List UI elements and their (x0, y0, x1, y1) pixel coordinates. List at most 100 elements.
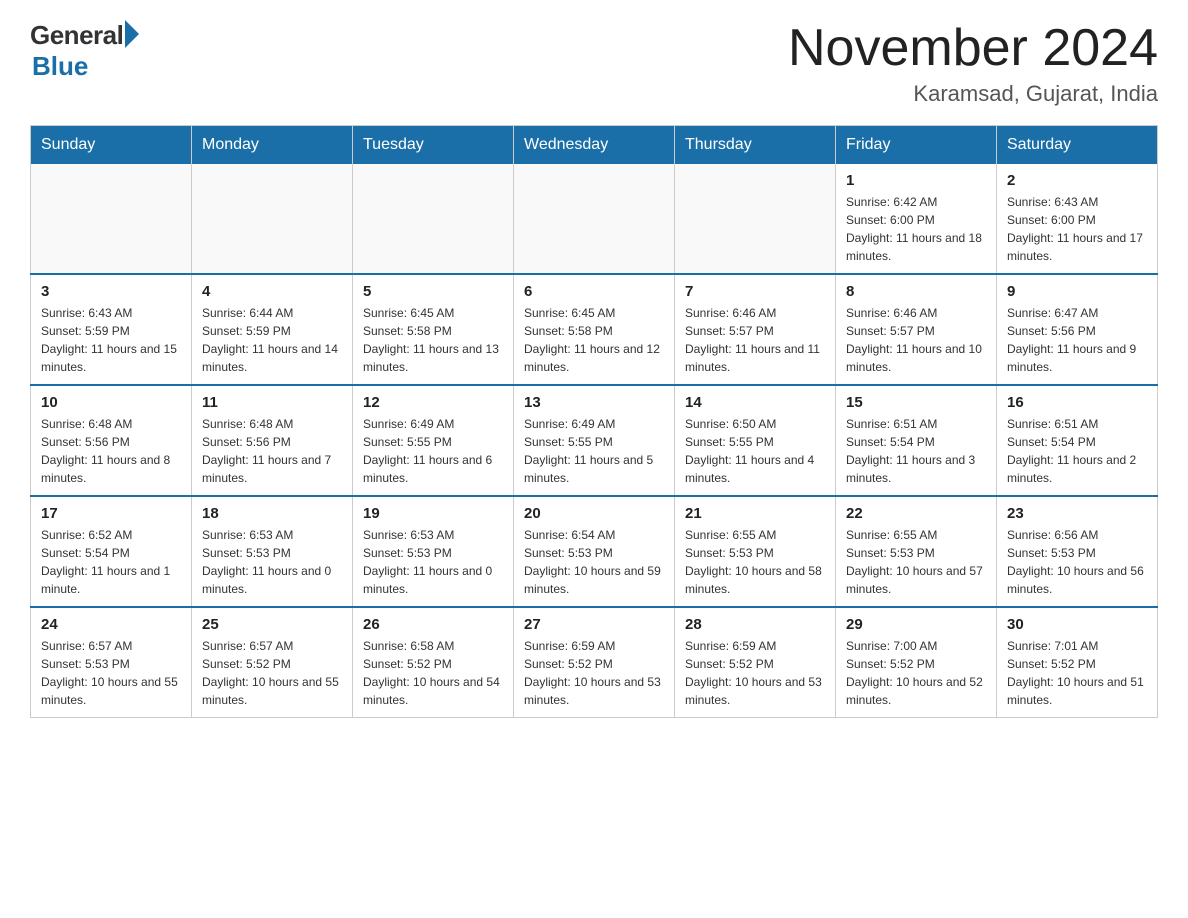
calendar-day-cell: 5 Sunrise: 6:45 AMSunset: 5:58 PMDaylight… (353, 274, 514, 385)
logo-general-text: General (30, 20, 123, 51)
calendar-week-row: 1Sunrise: 6:42 AMSunset: 6:00 PMDaylight… (31, 164, 1158, 274)
calendar-header-thursday: Thursday (675, 126, 836, 165)
day-info: Sunrise: 6:57 AMSunset: 5:52 PMDaylight:… (202, 637, 342, 709)
calendar-week-row: 10 Sunrise: 6:48 AMSunset: 5:56 PMDayligh… (31, 385, 1158, 496)
calendar-day-cell: 22 Sunrise: 6:55 AMSunset: 5:53 PMDayligh… (836, 496, 997, 607)
calendar-day-cell: 30 Sunrise: 7:01 AMSunset: 5:52 PMDayligh… (997, 607, 1158, 718)
day-number: 8 (846, 283, 986, 300)
calendar-day-cell: 11 Sunrise: 6:48 AMSunset: 5:56 PMDayligh… (192, 385, 353, 496)
calendar-day-cell: 20 Sunrise: 6:54 AMSunset: 5:53 PMDayligh… (514, 496, 675, 607)
calendar-day-cell: 24 Sunrise: 6:57 AMSunset: 5:53 PMDayligh… (31, 607, 192, 718)
logo-blue-text: Blue (32, 51, 88, 82)
day-info: Sunrise: 6:43 AMSunset: 5:59 PMDaylight:… (41, 304, 181, 376)
calendar-day-cell: 9 Sunrise: 6:47 AMSunset: 5:56 PMDaylight… (997, 274, 1158, 385)
calendar-day-cell (192, 164, 353, 274)
day-number: 23 (1007, 505, 1147, 522)
day-info: Sunrise: 6:46 AMSunset: 5:57 PMDaylight:… (685, 304, 825, 376)
day-info: Sunrise: 6:55 AMSunset: 5:53 PMDaylight:… (685, 526, 825, 598)
logo: General Blue (30, 20, 139, 82)
calendar-header-wednesday: Wednesday (514, 126, 675, 165)
day-number: 24 (41, 616, 181, 633)
calendar-day-cell: 29Sunrise: 7:00 AMSunset: 5:52 PMDayligh… (836, 607, 997, 718)
day-number: 15 (846, 394, 986, 411)
day-number: 12 (363, 394, 503, 411)
calendar-day-cell: 15 Sunrise: 6:51 AMSunset: 5:54 PMDayligh… (836, 385, 997, 496)
day-info: Sunrise: 6:59 AMSunset: 5:52 PMDaylight:… (524, 637, 664, 709)
day-info: Sunrise: 6:53 AMSunset: 5:53 PMDaylight:… (363, 526, 503, 598)
day-info: Sunrise: 6:51 AMSunset: 5:54 PMDaylight:… (846, 415, 986, 487)
day-number: 20 (524, 505, 664, 522)
day-info: Sunrise: 6:57 AMSunset: 5:53 PMDaylight:… (41, 637, 181, 709)
calendar-header-saturday: Saturday (997, 126, 1158, 165)
calendar-week-row: 24 Sunrise: 6:57 AMSunset: 5:53 PMDayligh… (31, 607, 1158, 718)
calendar-day-cell: 1Sunrise: 6:42 AMSunset: 6:00 PMDaylight… (836, 164, 997, 274)
calendar-header-sunday: Sunday (31, 126, 192, 165)
day-number: 11 (202, 394, 342, 411)
calendar-day-cell: 8 Sunrise: 6:46 AMSunset: 5:57 PMDaylight… (836, 274, 997, 385)
calendar-day-cell: 27 Sunrise: 6:59 AMSunset: 5:52 PMDayligh… (514, 607, 675, 718)
day-info: Sunrise: 6:49 AMSunset: 5:55 PMDaylight:… (363, 415, 503, 487)
day-info: Sunrise: 6:56 AMSunset: 5:53 PMDaylight:… (1007, 526, 1147, 598)
day-number: 2 (1007, 172, 1147, 189)
calendar-day-cell: 17 Sunrise: 6:52 AMSunset: 5:54 PMDayligh… (31, 496, 192, 607)
calendar-day-cell: 10Sunrise: 6:48 AMSunset: 5:56 PMDayligh… (31, 385, 192, 496)
logo-triangle-icon (125, 20, 139, 48)
day-number: 19 (363, 505, 503, 522)
day-number: 13 (524, 394, 664, 411)
day-info: Sunrise: 6:43 AMSunset: 6:00 PMDaylight:… (1007, 193, 1147, 265)
day-info: Sunrise: 6:47 AMSunset: 5:56 PMDaylight:… (1007, 304, 1147, 376)
calendar-day-cell: 3Sunrise: 6:43 AMSunset: 5:59 PMDaylight… (31, 274, 192, 385)
day-info: Sunrise: 6:54 AMSunset: 5:53 PMDaylight:… (524, 526, 664, 598)
day-number: 29 (846, 616, 986, 633)
calendar-day-cell: 28 Sunrise: 6:59 AMSunset: 5:52 PMDayligh… (675, 607, 836, 718)
day-info: Sunrise: 6:48 AMSunset: 5:56 PMDaylight:… (202, 415, 342, 487)
calendar-day-cell: 23 Sunrise: 6:56 AMSunset: 5:53 PMDayligh… (997, 496, 1158, 607)
calendar-day-cell: 2 Sunrise: 6:43 AMSunset: 6:00 PMDaylight… (997, 164, 1158, 274)
calendar-week-row: 17 Sunrise: 6:52 AMSunset: 5:54 PMDayligh… (31, 496, 1158, 607)
calendar-day-cell: 4Sunrise: 6:44 AMSunset: 5:59 PMDaylight… (192, 274, 353, 385)
day-number: 14 (685, 394, 825, 411)
calendar-day-cell (675, 164, 836, 274)
day-number: 1 (846, 172, 986, 189)
calendar-day-cell (514, 164, 675, 274)
day-number: 22 (846, 505, 986, 522)
day-number: 28 (685, 616, 825, 633)
day-info: Sunrise: 6:49 AMSunset: 5:55 PMDaylight:… (524, 415, 664, 487)
day-number: 9 (1007, 283, 1147, 300)
location-title: Karamsad, Gujarat, India (788, 81, 1158, 107)
day-info: Sunrise: 6:52 AMSunset: 5:54 PMDaylight:… (41, 526, 181, 598)
day-info: Sunrise: 6:45 AMSunset: 5:58 PMDaylight:… (363, 304, 503, 376)
calendar-day-cell: 21 Sunrise: 6:55 AMSunset: 5:53 PMDayligh… (675, 496, 836, 607)
day-number: 30 (1007, 616, 1147, 633)
calendar-header-monday: Monday (192, 126, 353, 165)
day-info: Sunrise: 7:01 AMSunset: 5:52 PMDaylight:… (1007, 637, 1147, 709)
day-number: 21 (685, 505, 825, 522)
calendar-day-cell: 26Sunrise: 6:58 AMSunset: 5:52 PMDayligh… (353, 607, 514, 718)
day-number: 17 (41, 505, 181, 522)
calendar-day-cell: 18Sunrise: 6:53 AMSunset: 5:53 PMDayligh… (192, 496, 353, 607)
calendar-day-cell: 16Sunrise: 6:51 AMSunset: 5:54 PMDayligh… (997, 385, 1158, 496)
calendar-day-cell: 13 Sunrise: 6:49 AMSunset: 5:55 PMDayligh… (514, 385, 675, 496)
day-info: Sunrise: 6:53 AMSunset: 5:53 PMDaylight:… (202, 526, 342, 598)
calendar-header-tuesday: Tuesday (353, 126, 514, 165)
day-info: Sunrise: 6:58 AMSunset: 5:52 PMDaylight:… (363, 637, 503, 709)
day-number: 5 (363, 283, 503, 300)
calendar-header-row: SundayMondayTuesdayWednesdayThursdayFrid… (31, 126, 1158, 165)
day-info: Sunrise: 6:44 AMSunset: 5:59 PMDaylight:… (202, 304, 342, 376)
calendar-day-cell: 7 Sunrise: 6:46 AMSunset: 5:57 PMDaylight… (675, 274, 836, 385)
calendar-header-friday: Friday (836, 126, 997, 165)
day-number: 10 (41, 394, 181, 411)
day-info: Sunrise: 6:46 AMSunset: 5:57 PMDaylight:… (846, 304, 986, 376)
day-number: 27 (524, 616, 664, 633)
day-number: 25 (202, 616, 342, 633)
month-title: November 2024 (788, 20, 1158, 77)
calendar-day-cell: 25 Sunrise: 6:57 AMSunset: 5:52 PMDayligh… (192, 607, 353, 718)
day-info: Sunrise: 6:55 AMSunset: 5:53 PMDaylight:… (846, 526, 986, 598)
day-number: 7 (685, 283, 825, 300)
day-info: Sunrise: 6:50 AMSunset: 5:55 PMDaylight:… (685, 415, 825, 487)
calendar-day-cell: 12 Sunrise: 6:49 AMSunset: 5:55 PMDayligh… (353, 385, 514, 496)
calendar-day-cell (31, 164, 192, 274)
day-info: Sunrise: 6:59 AMSunset: 5:52 PMDaylight:… (685, 637, 825, 709)
day-info: Sunrise: 6:45 AMSunset: 5:58 PMDaylight:… (524, 304, 664, 376)
page-header: General Blue November 2024 Karamsad, Guj… (30, 20, 1158, 107)
